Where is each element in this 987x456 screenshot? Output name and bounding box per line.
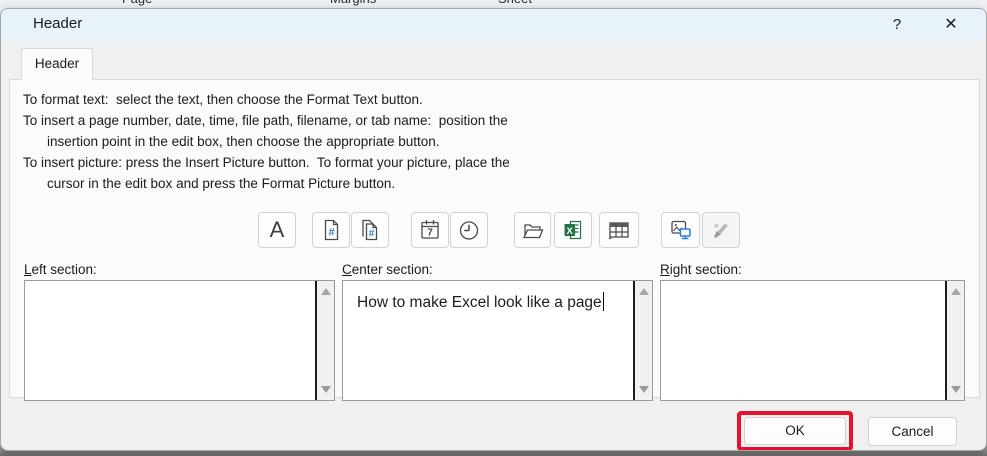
number-of-pages-icon: # — [358, 218, 382, 242]
left-section-textarea[interactable] — [24, 280, 335, 401]
sheet-table-icon — [606, 218, 632, 242]
scroll-down-icon[interactable] — [639, 386, 649, 393]
insert-file-name-button[interactable]: X — [554, 212, 592, 248]
cancel-button[interactable]: Cancel — [868, 417, 957, 446]
help-icon[interactable]: ? — [883, 13, 911, 37]
scroll-up-icon[interactable] — [951, 288, 961, 295]
insert-picture-button[interactable] — [661, 212, 700, 248]
right-section-text[interactable] — [661, 281, 944, 400]
right-section-label: Right section: — [660, 262, 742, 277]
right-section-textarea[interactable] — [660, 280, 965, 401]
format-text-button[interactable]: A — [258, 212, 296, 248]
insert-file-path-button[interactable] — [514, 212, 551, 248]
right-scrollbar[interactable] — [947, 281, 964, 400]
dialog-title: Header — [33, 15, 82, 32]
scroll-down-icon[interactable] — [321, 386, 331, 393]
center-section-label: Center section: — [342, 262, 433, 277]
svg-text:#: # — [369, 229, 375, 240]
instruction-line: To insert picture: press the Insert Pict… — [23, 152, 510, 173]
insert-time-button[interactable] — [450, 212, 488, 248]
svg-text:7: 7 — [427, 228, 433, 239]
center-section-text[interactable]: How to make Excel look like a page — [343, 281, 632, 400]
calendar-icon: 7 — [418, 218, 442, 242]
header-tab-panel: To format text: select the text, then ch… — [9, 79, 980, 398]
header-dialog: Header ? ✕ Header To format text: select… — [0, 8, 987, 451]
format-text-icon: A — [270, 217, 285, 243]
svg-text:X: X — [567, 226, 574, 237]
insert-sheet-name-button[interactable] — [599, 212, 639, 248]
page-number-icon: # — [319, 218, 343, 242]
file-path-icon — [521, 218, 545, 242]
scroll-up-icon[interactable] — [321, 288, 331, 295]
insert-page-number-button[interactable]: # — [312, 212, 350, 248]
scroll-up-icon[interactable] — [639, 288, 649, 295]
background-tab-fragment: Page — [122, 0, 152, 6]
tab-header[interactable]: Header — [21, 48, 93, 80]
screen: Page Margins Sheet Header ? ✕ Header To … — [0, 0, 987, 456]
background-tab-fragment: Margins — [330, 0, 376, 6]
center-section-textarea[interactable]: How to make Excel look like a page — [342, 280, 653, 401]
insert-date-button[interactable]: 7 — [411, 212, 449, 248]
picture-icon — [669, 218, 693, 242]
left-scrollbar[interactable] — [317, 281, 334, 400]
left-section-label: Left section: — [24, 262, 97, 277]
annotation-highlight-rectangle — [737, 411, 853, 451]
instruction-line: cursor in the edit box and press the For… — [23, 173, 510, 194]
instruction-line: To format text: select the text, then ch… — [23, 89, 510, 110]
instructions-text: To format text: select the text, then ch… — [23, 89, 510, 194]
text-caret — [603, 292, 605, 311]
instruction-line: To insert a page number, date, time, fil… — [23, 110, 510, 131]
close-icon[interactable]: ✕ — [937, 13, 965, 37]
dialog-titlebar[interactable]: Header ? ✕ — [1, 9, 986, 41]
background-tab-fragment: Sheet — [498, 0, 532, 6]
left-section-text[interactable] — [25, 281, 314, 400]
scroll-down-icon[interactable] — [951, 386, 961, 393]
format-picture-button[interactable] — [702, 212, 740, 248]
background-window-strip: Page Margins Sheet — [0, 0, 987, 8]
excel-file-icon: X — [561, 218, 585, 242]
insert-number-of-pages-button[interactable]: # — [351, 212, 389, 248]
clock-icon — [457, 218, 481, 242]
svg-text:#: # — [328, 227, 334, 239]
instruction-line: insertion point in the edit box, then ch… — [23, 131, 510, 152]
format-picture-brush-icon — [709, 218, 733, 242]
center-scrollbar[interactable] — [635, 281, 652, 400]
